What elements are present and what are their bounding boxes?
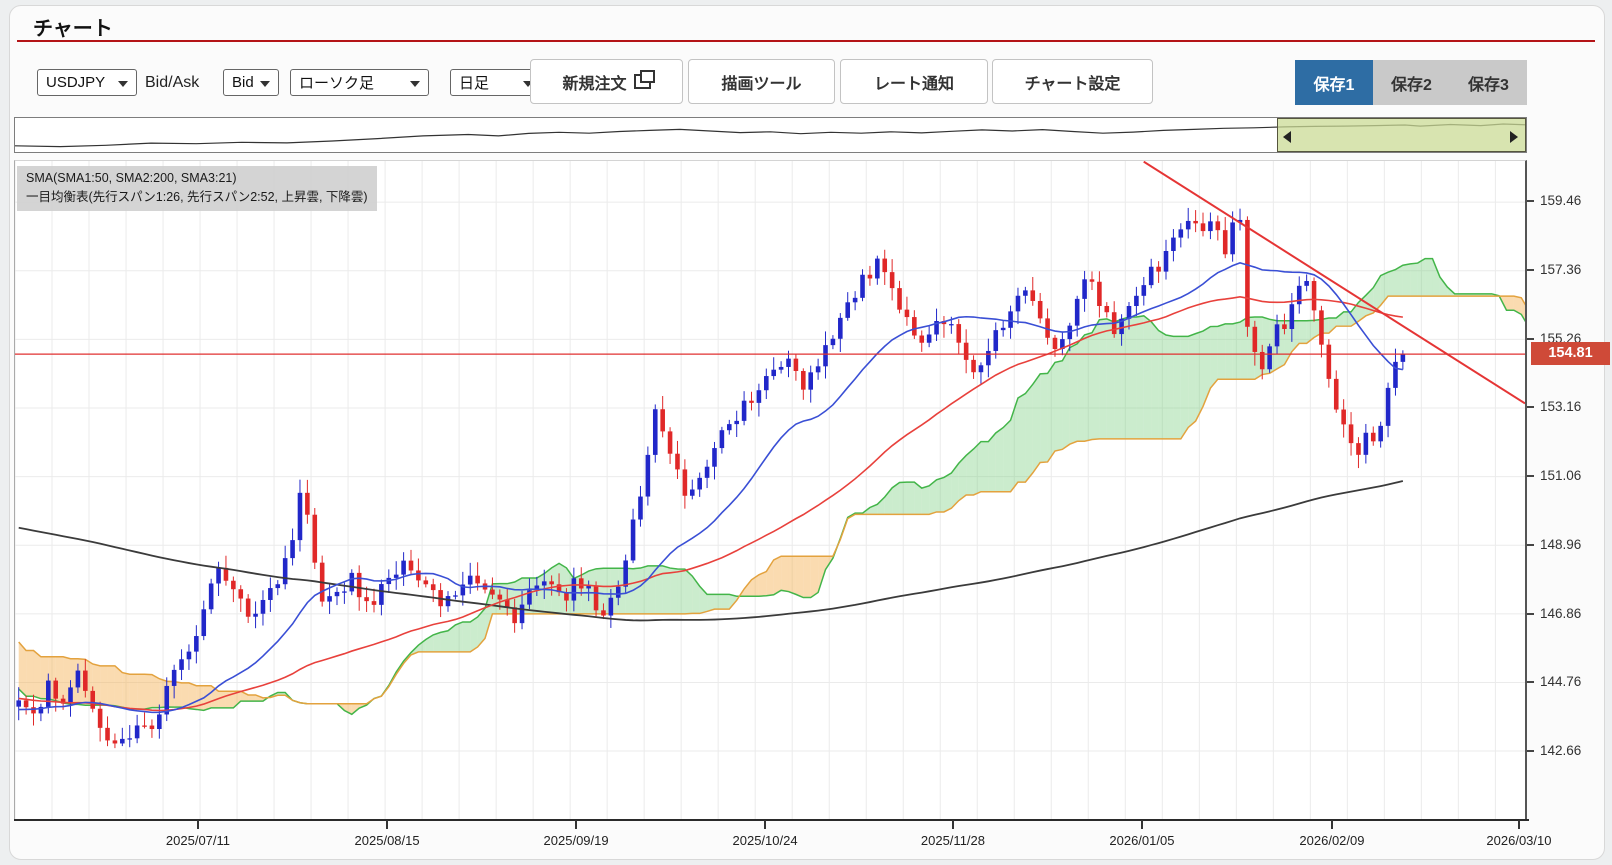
- price-tick-label: 146.86: [1540, 605, 1582, 621]
- time-tick-mark: [1330, 820, 1333, 829]
- time-tick-mark: [575, 820, 578, 829]
- currency-pair-value: USDJPY: [46, 74, 106, 91]
- legend-sma: SMA(SMA1:50, SMA2:200, SMA3:21): [26, 171, 237, 185]
- chevron-down-icon: [410, 81, 420, 87]
- main-chart[interactable]: [14, 160, 1527, 820]
- drawing-tools-label: 描画ツール: [721, 75, 802, 93]
- currency-pair-select[interactable]: USDJPY: [37, 69, 137, 96]
- time-tick-label: 2026/03/10: [1486, 833, 1552, 848]
- bid-ask-label: Bid/Ask: [145, 74, 200, 91]
- time-tick-mark: [196, 820, 199, 829]
- price-tick-label: 157.36: [1540, 261, 1582, 277]
- timeframe-value: 日足: [459, 75, 490, 92]
- price-tick-mark: [1527, 612, 1534, 615]
- chart-type-select[interactable]: ローソク足: [290, 69, 429, 96]
- time-tick-mark: [764, 820, 767, 829]
- price-tick-label: 144.76: [1540, 674, 1582, 690]
- chevron-down-icon: [118, 81, 128, 87]
- price-tick-label: 142.66: [1540, 742, 1582, 758]
- rate-alert-button[interactable]: レート通知: [840, 59, 988, 104]
- rate-alert-label: レート通知: [873, 75, 954, 93]
- price-tick-mark: [1527, 543, 1534, 546]
- chevron-down-icon: [260, 81, 270, 87]
- timeframe-select[interactable]: 日足: [450, 69, 542, 96]
- open-window-icon: [633, 70, 655, 89]
- chart-type-value: ローソク足: [299, 75, 375, 92]
- indicator-legend: SMA(SMA1:50, SMA2:200, SMA3:21) 一目均衡表(先行…: [17, 166, 377, 211]
- time-tick-mark: [1517, 820, 1520, 829]
- legend-ichimoku: 一目均衡表(先行スパン1:26, 先行スパン2:52, 上昇雲, 下降雲): [26, 190, 368, 204]
- time-tick-label: 2025/07/11: [165, 833, 231, 848]
- time-tick-mark: [386, 820, 389, 829]
- navigator-left-handle-icon[interactable]: [1283, 131, 1291, 143]
- time-tick-mark: [1140, 820, 1143, 829]
- price-tick-mark: [1527, 337, 1534, 340]
- navigator-right-handle-icon[interactable]: [1510, 131, 1518, 143]
- page-title: チャート: [33, 18, 113, 40]
- price-tick-label: 159.46: [1540, 193, 1582, 209]
- chart-navigator[interactable]: [14, 117, 1527, 153]
- time-axis-line: [14, 819, 1529, 821]
- navigator-selection[interactable]: [1277, 118, 1526, 152]
- save-slot-2-button[interactable]: 保存2: [1373, 60, 1450, 105]
- time-tick-label: 2025/10/24: [732, 833, 798, 848]
- bid-ask-select[interactable]: Bid: [223, 69, 279, 96]
- time-tick-mark: [951, 820, 954, 829]
- price-tick-mark: [1527, 681, 1534, 684]
- price-tick-label: 148.96: [1540, 536, 1582, 552]
- time-tick-label: 2025/11/28: [920, 833, 985, 848]
- new-order-button[interactable]: 新規注文: [530, 59, 683, 104]
- title-divider: [17, 40, 1595, 42]
- price-tick-mark: [1527, 475, 1534, 478]
- current-price-badge: 154.81: [1531, 342, 1610, 366]
- price-tick-mark: [1527, 268, 1534, 271]
- save-slot-1-button[interactable]: 保存1: [1295, 60, 1373, 105]
- time-tick-label: 2025/08/15: [354, 833, 420, 848]
- bid-ask-value: Bid: [232, 74, 254, 91]
- chart-settings-label: チャート設定: [1024, 75, 1121, 93]
- time-tick-label: 2025/09/19: [543, 833, 609, 848]
- price-tick-mark: [1527, 749, 1534, 752]
- drawing-tools-button[interactable]: 描画ツール: [688, 59, 835, 104]
- chart-settings-button[interactable]: チャート設定: [992, 59, 1153, 104]
- price-tick-label: 153.16: [1540, 399, 1582, 415]
- price-tick-mark: [1527, 200, 1534, 203]
- chart-page: チャート USDJPY Bid/Ask Bid ローソク足 日足 新規注文 描画…: [0, 0, 1612, 865]
- new-order-label: 新規注文: [562, 75, 627, 93]
- time-tick-label: 2026/02/09: [1299, 833, 1365, 848]
- time-tick-label: 2026/01/05: [1109, 833, 1175, 848]
- price-tick-label: 151.06: [1540, 468, 1582, 484]
- save-slot-3-button[interactable]: 保存3: [1450, 60, 1527, 105]
- price-tick-mark: [1527, 406, 1534, 409]
